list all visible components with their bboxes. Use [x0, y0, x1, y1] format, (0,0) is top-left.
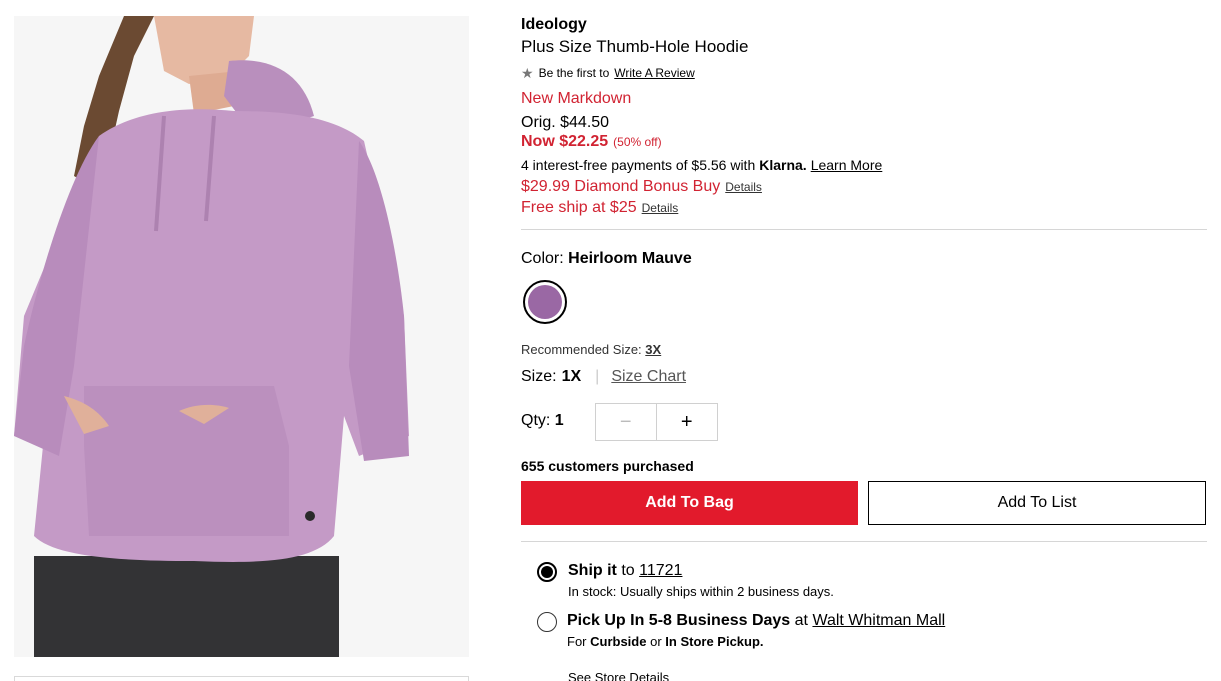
separator: |: [595, 368, 600, 385]
add-to-list-button[interactable]: Add To List: [868, 481, 1206, 525]
sale-price-row: Now $22.25 (50% off): [521, 133, 662, 151]
size-label: Size:: [521, 368, 557, 385]
product-title: Plus Size Thumb-Hole Hoodie: [521, 37, 749, 56]
discount-percent: (50% off): [613, 135, 662, 149]
klarna-logo: Klarna.: [759, 157, 807, 173]
image-thumbnails: [14, 676, 469, 681]
ship-to-text: to: [621, 562, 635, 579]
ship-it-option: Ship it to 11721: [568, 562, 682, 580]
ship-it-radio[interactable]: [537, 562, 557, 582]
color-swatch-heirloom-mauve: [528, 285, 562, 319]
see-store-details-link[interactable]: See Store Details: [568, 670, 669, 681]
free-ship-text: Free ship at $25: [521, 199, 637, 216]
customers-purchased: 655 customers purchased: [521, 458, 694, 474]
store-link[interactable]: Walt Whitman Mall: [812, 612, 945, 629]
sale-price: Now $22.25: [521, 133, 609, 150]
add-to-bag-button[interactable]: Add To Bag: [521, 481, 858, 525]
product-photo: [14, 16, 469, 657]
color-label: Color:: [521, 250, 564, 267]
pickup-option: Pick Up In 5-8 Business Days at Walt Whi…: [567, 612, 945, 630]
color-swatch-selected[interactable]: [523, 280, 567, 324]
size-selection: Size: 1X | Size Chart: [521, 368, 686, 386]
quantity-stepper: − +: [595, 403, 718, 441]
divider: [521, 541, 1207, 542]
curbside-text: Curbside: [590, 634, 647, 649]
write-review-link[interactable]: Write A Review: [614, 66, 694, 80]
color-selection: Color: Heirloom Mauve: [521, 250, 692, 268]
review-prefix: Be the first to: [538, 66, 610, 80]
zip-code-link[interactable]: 11721: [639, 562, 682, 579]
recommended-size: Recommended Size: 3X: [521, 342, 661, 357]
star-icon: ★: [521, 65, 534, 81]
brand-name[interactable]: Ideology: [521, 16, 587, 34]
bonus-details-link[interactable]: Details: [725, 180, 762, 194]
divider: [521, 229, 1207, 230]
free-ship-details-link[interactable]: Details: [642, 201, 679, 215]
original-price: Orig. $44.50: [521, 114, 610, 131]
pickup-or-text: or: [650, 634, 662, 649]
in-store-pickup-text: In Store Pickup.: [665, 634, 764, 649]
ship-it-label: Ship it: [568, 562, 617, 579]
size-value: 1X: [561, 368, 582, 385]
klarna-text: 4 interest-free payments of $5.56 with: [521, 157, 756, 173]
quantity-label-row: Qty: 1: [521, 412, 564, 430]
color-value: Heirloom Mauve: [568, 250, 692, 267]
pickup-for-text: For: [567, 634, 587, 649]
pickup-methods: For Curbside or In Store Pickup.: [567, 634, 764, 649]
free-ship-offer: Free ship at $25 Details: [521, 199, 678, 217]
bonus-buy-text: $29.99 Diamond Bonus Buy: [521, 178, 721, 195]
markdown-badge: New Markdown: [521, 90, 632, 107]
pickup-radio[interactable]: [537, 612, 557, 632]
size-chart-link[interactable]: Size Chart: [611, 368, 686, 386]
bonus-buy-offer: $29.99 Diamond Bonus Buy Details: [521, 178, 762, 196]
klarna-offer: 4 interest-free payments of $5.56 with K…: [521, 157, 882, 173]
quantity-decrease-button[interactable]: −: [596, 404, 657, 440]
recommended-size-label: Recommended Size:: [521, 342, 642, 357]
quantity-label: Qty:: [521, 412, 551, 429]
product-image[interactable]: [14, 16, 469, 657]
pickup-at-text: at: [794, 612, 808, 629]
review-prompt: ★ Be the first to Write A Review: [521, 66, 695, 80]
quantity-increase-button[interactable]: +: [657, 404, 718, 440]
quantity-value: 1: [554, 412, 564, 429]
pickup-label: Pick Up In 5-8 Business Days: [567, 612, 791, 629]
klarna-learn-more-link[interactable]: Learn More: [811, 157, 883, 173]
ship-availability: In stock: Usually ships within 2 busines…: [568, 584, 834, 599]
recommended-size-link[interactable]: 3X: [645, 342, 661, 357]
